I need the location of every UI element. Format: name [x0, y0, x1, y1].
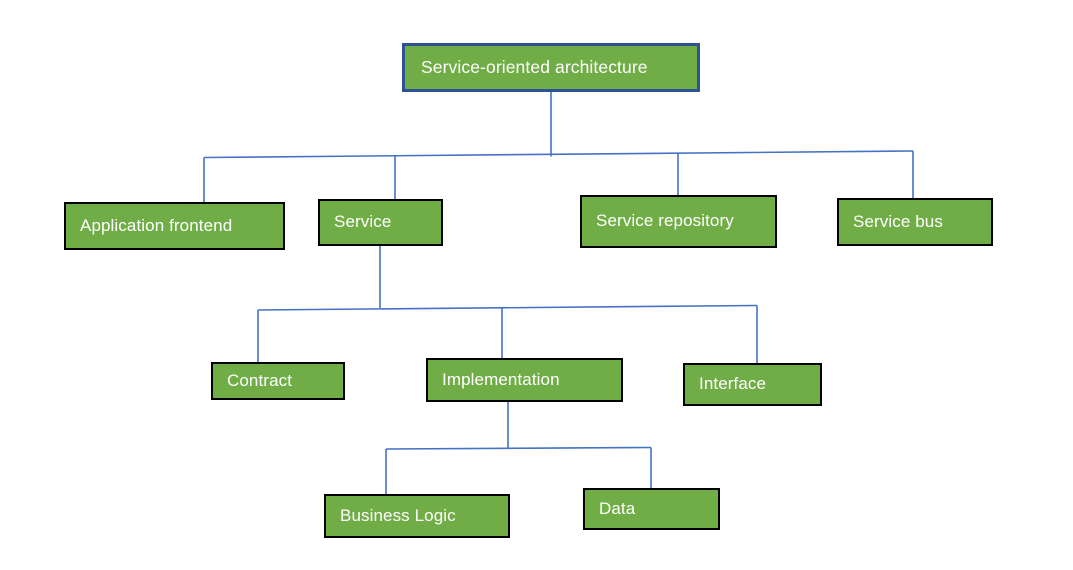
node-implementation[interactable]: Implementation [426, 358, 623, 402]
node-business-logic-label: Business Logic [340, 505, 456, 525]
node-soa-label: Service-oriented architecture [421, 56, 648, 77]
node-service[interactable]: Service [318, 199, 443, 246]
node-data-label: Data [599, 498, 636, 518]
node-data[interactable]: Data [583, 488, 720, 530]
node-interface[interactable]: Interface [683, 363, 822, 406]
node-service-bus[interactable]: Service bus [837, 198, 993, 246]
node-service-repository-label: Service repository [596, 211, 734, 231]
connector-level1-bus [203, 150, 914, 159]
node-interface-label: Interface [699, 374, 767, 394]
node-business-logic[interactable]: Business Logic [324, 494, 510, 538]
node-soa[interactable]: Service-oriented architecture [402, 43, 700, 92]
node-application-frontend-label: Application frontend [80, 215, 233, 235]
node-service-label: Service [334, 212, 392, 232]
node-service-repository[interactable]: Service repository [580, 195, 777, 248]
connector-level2-bus [257, 304, 758, 311]
node-service-bus-label: Service bus [853, 211, 943, 231]
node-contract[interactable]: Contract [211, 362, 345, 400]
connector-level3-bus [385, 446, 652, 450]
diagram-canvas: Service-oriented architecture Applicatio… [0, 0, 1073, 570]
node-contract-label: Contract [227, 370, 293, 390]
node-implementation-label: Implementation [442, 369, 560, 389]
node-application-frontend[interactable]: Application frontend [64, 202, 285, 250]
